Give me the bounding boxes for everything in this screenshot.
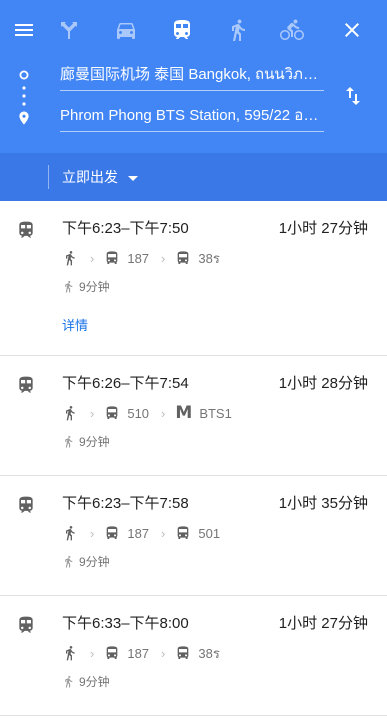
train-icon (16, 614, 36, 636)
chevron-right-icon: › (161, 405, 166, 421)
route-duration: 1小时 27分钟 (278, 220, 368, 237)
walk-icon (62, 435, 75, 448)
walk-time: 9分钟 (79, 434, 110, 449)
swap-button[interactable] (341, 84, 365, 108)
walk-time: 9分钟 (79, 554, 110, 569)
route-steps: › 187 › 38ร (62, 643, 220, 663)
mode-walking-button[interactable] (224, 16, 252, 44)
walk-time: 9分钟 (79, 674, 110, 689)
bus-icon (175, 250, 191, 266)
chevron-right-icon: › (90, 405, 95, 421)
bus-line-label: 38ร (198, 645, 220, 661)
walk-icon (62, 555, 75, 568)
details-link[interactable]: 详情 (62, 315, 88, 334)
bus-line-label: 187 (127, 250, 150, 266)
close-button[interactable] (338, 16, 366, 44)
walk-icon (62, 675, 75, 688)
bus-line-label: 501 (198, 525, 221, 541)
route-steps: › 187 › 501 (62, 523, 220, 543)
mode-cycling-button[interactable] (278, 16, 306, 44)
bus-icon (104, 250, 120, 266)
bus-line-label: 187 (127, 645, 150, 661)
route-option[interactable]: 下午6:23–下午7:58 1小时 35分钟 › 187 › 501 9分钟 (0, 476, 387, 596)
route-dots-icon (19, 70, 29, 125)
route-duration: 1小时 27分钟 (278, 615, 368, 632)
caret-down-icon (128, 175, 138, 181)
walk-time-info: 9分钟 (62, 277, 110, 295)
mode-best-button[interactable] (55, 16, 83, 44)
depart-time-label: 立即出发 (62, 169, 118, 185)
bicycle-icon (280, 19, 304, 40)
walk-time: 9分钟 (79, 279, 110, 294)
swap-vertical-icon (346, 87, 360, 105)
menu-icon (15, 24, 33, 36)
chevron-right-icon: › (90, 250, 95, 266)
depart-time-dropdown[interactable]: 立即出发 (62, 165, 138, 189)
walk-icon (226, 18, 250, 42)
bus-icon (175, 525, 191, 541)
menu-button[interactable] (10, 16, 38, 44)
walk-icon (62, 280, 75, 293)
destination-input[interactable]: Phrom Phong BTS Station, 595/22 อาคาร (60, 104, 324, 132)
walk-time-info: 9分钟 (62, 552, 110, 570)
bus-line-label: 510 (127, 405, 150, 421)
walk-icon (62, 405, 78, 421)
fork-arrow-icon (61, 22, 77, 39)
train-icon (16, 494, 36, 516)
route-option[interactable]: 下午6:23–下午7:50 1小时 27分钟 › 187 › 38ร 9分钟 详… (0, 201, 387, 356)
train-icon (16, 374, 36, 396)
route-times: 下午6:23–下午7:58 (62, 495, 189, 512)
directions-header: 廊曼国际机场 泰国 Bangkok, ถนนวิภาวดีรังสิต Phro… (0, 0, 387, 153)
bus-icon (104, 405, 120, 421)
train-icon (170, 18, 194, 42)
chevron-right-icon: › (161, 525, 166, 541)
bus-icon (175, 645, 191, 661)
bus-icon (104, 525, 120, 541)
bus-icon (104, 645, 120, 661)
route-times: 下午6:26–下午7:54 (62, 375, 189, 392)
train-icon (16, 219, 36, 241)
mode-transit-button[interactable] (168, 16, 196, 44)
departure-options-bar: 立即出发 (0, 153, 387, 201)
chevron-right-icon: › (161, 250, 166, 266)
bus-line-label: 38ร (198, 250, 220, 266)
route-duration: 1小时 28分钟 (278, 375, 368, 392)
travel-mode-bar (0, 0, 387, 60)
chevron-right-icon: › (90, 525, 95, 541)
chevron-right-icon: › (90, 645, 95, 661)
route-steps: › 187 › 38ร (62, 248, 220, 268)
close-icon (345, 23, 359, 37)
walk-time-info: 9分钟 (62, 672, 110, 690)
walk-time-info: 9分钟 (62, 432, 110, 450)
chevron-right-icon: › (161, 645, 166, 661)
bus-line-label: 187 (127, 525, 150, 541)
walk-icon (62, 645, 78, 661)
route-option[interactable]: 下午6:33–下午8:00 1小时 27分钟 › 187 › 38ร 9分钟 (0, 596, 387, 716)
route-steps: › 510 › M BTS1 (62, 403, 232, 423)
car-icon (117, 23, 135, 39)
route-times: 下午6:23–下午7:50 (62, 220, 189, 237)
walk-icon (62, 525, 78, 541)
metro-line-label: BTS1 (199, 405, 232, 421)
walk-icon (62, 250, 78, 266)
route-times: 下午6:33–下午8:00 (62, 615, 189, 632)
route-duration: 1小时 35分钟 (278, 495, 368, 512)
route-option[interactable]: 下午6:26–下午7:54 1小时 28分钟 › 510 › M BTS1 9分… (0, 356, 387, 476)
divider (48, 165, 49, 189)
origin-input[interactable]: 廊曼国际机场 泰国 Bangkok, ถนนวิภาวดีรังสิต (60, 63, 324, 91)
mode-driving-button[interactable] (112, 16, 140, 44)
metro-m-icon: M (175, 403, 193, 423)
